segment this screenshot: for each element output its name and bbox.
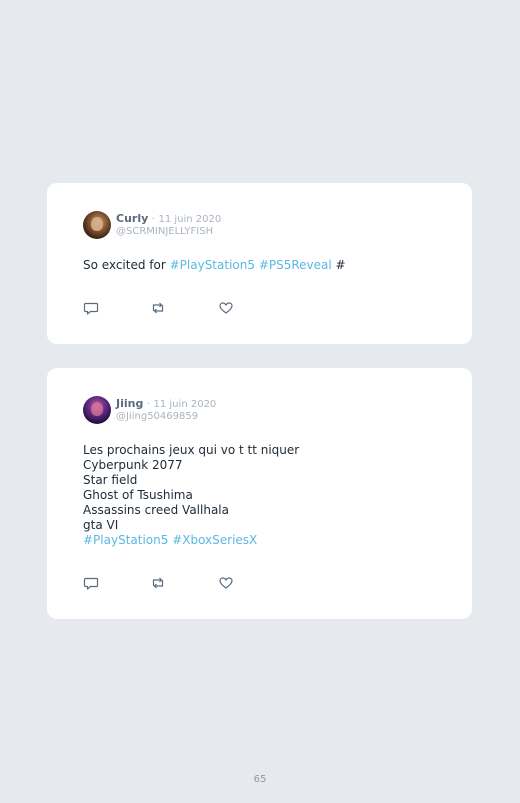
name-date-separator: · xyxy=(146,399,151,410)
author-line: Jiing · 11 juin 2020 xyxy=(116,397,216,411)
retweet-icon xyxy=(152,577,164,589)
tweet-text-line: Ghost of Tsushima xyxy=(83,488,193,502)
author-name[interactable]: Jiing xyxy=(116,397,143,410)
name-date-separator: · xyxy=(151,214,155,225)
tweet-text-line: Star field xyxy=(83,473,138,487)
heart-icon xyxy=(219,577,233,589)
retweet-button[interactable] xyxy=(150,300,166,316)
tweet-card: Curly · 11 juin 2020 @SCRMINJELLYFISH So… xyxy=(47,183,472,344)
retweet-icon xyxy=(152,302,164,314)
tweet-text-line: gta VI xyxy=(83,518,119,532)
author-handle[interactable]: @SCRMINJELLYFISH xyxy=(116,226,213,238)
tweet-text-trailing: # xyxy=(331,258,346,272)
avatar-face xyxy=(91,217,103,231)
avatar[interactable] xyxy=(83,211,111,239)
author-name[interactable]: Curly xyxy=(116,212,148,225)
avatar[interactable] xyxy=(83,396,111,424)
tweet-date: 11 juin 2020 xyxy=(158,214,222,225)
tweet-text: So excited for #PlayStation5 #PS5Reveal … xyxy=(83,258,346,273)
tweet-text: Les prochains jeux qui vo t tt niquer Cy… xyxy=(83,443,299,548)
comment-icon xyxy=(83,302,99,315)
tweet-text-line: Cyberpunk 2077 xyxy=(83,458,183,472)
reply-button[interactable] xyxy=(83,300,99,316)
tweet-text-line: Les prochains jeux qui vo t tt niquer xyxy=(83,443,300,457)
tweet-date: 11 juin 2020 xyxy=(153,399,217,410)
like-button[interactable] xyxy=(218,575,234,591)
avatar-face xyxy=(91,402,103,416)
page-number: 65 xyxy=(253,774,267,785)
tweet-text-line: Assassins creed Vallhala xyxy=(83,503,229,517)
heart-icon xyxy=(219,302,233,314)
author-line: Curly · 11 juin 2020 xyxy=(116,212,221,226)
like-button[interactable] xyxy=(218,300,234,316)
author-handle[interactable]: @Jiing50469859 xyxy=(116,411,198,423)
hashtag-link[interactable]: #PlayStation5 xyxy=(170,258,255,272)
hashtag-link[interactable]: #PS5Reveal xyxy=(259,258,332,272)
hashtag-links[interactable]: #PlayStation5 #XboxSeriesX xyxy=(83,533,299,548)
reply-button[interactable] xyxy=(83,575,99,591)
tweet-text-plain: So excited for xyxy=(83,258,170,272)
retweet-button[interactable] xyxy=(150,575,166,591)
comment-icon xyxy=(83,577,99,590)
tweet-card: Jiing · 11 juin 2020 @Jiing50469859 Les … xyxy=(47,368,472,619)
